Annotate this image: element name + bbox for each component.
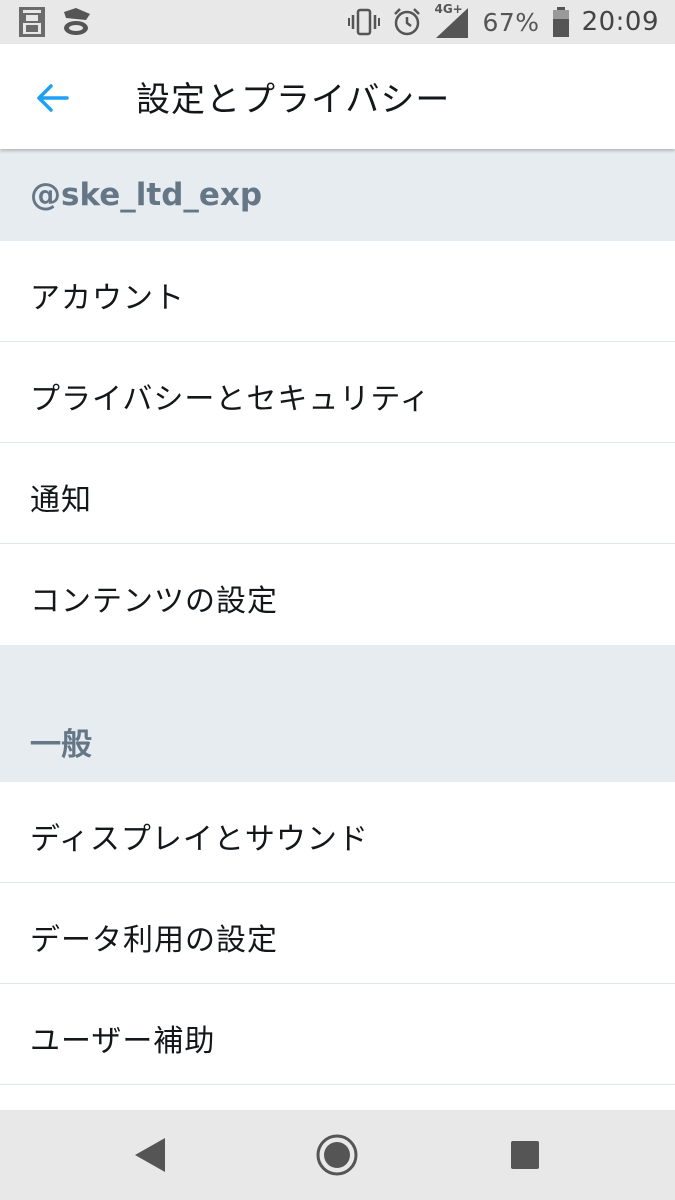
app-notification-icon — [18, 6, 46, 38]
settings-item-label: コンテンツの設定 — [30, 584, 278, 619]
nav-recents-button[interactable] — [495, 1125, 555, 1185]
home-circle-icon — [315, 1133, 359, 1177]
network-type-label: 4G+ — [434, 2, 463, 16]
status-bar-system: 4G+ 67% 20:09 — [348, 0, 659, 44]
back-button[interactable] — [22, 68, 82, 128]
navigation-bar — [0, 1110, 675, 1200]
vibrate-icon — [348, 7, 381, 37]
settings-item-content[interactable]: コンテンツの設定 — [0, 544, 675, 645]
settings-item-display-sound[interactable]: ディスプレイとサウンド — [0, 782, 675, 883]
settings-item-label: ディスプレイとサウンド — [30, 822, 369, 857]
back-triangle-icon — [133, 1136, 167, 1174]
arrow-left-icon — [35, 83, 69, 113]
settings-item-label: データ利用の設定 — [30, 923, 278, 958]
settings-item-accessibility[interactable]: ユーザー補助 — [0, 984, 675, 1085]
settings-item-privacy-security[interactable]: プライバシーとセキュリティ — [0, 342, 675, 443]
settings-item-label: 通知 — [30, 483, 92, 518]
mail-notification-icon — [60, 6, 92, 38]
section-header-label: 一般 — [30, 727, 92, 763]
signal-icon: 4G+ — [434, 2, 470, 40]
status-bar-notifications — [18, 6, 92, 38]
alarm-icon — [392, 7, 422, 37]
screen: 4G+ 67% 20:09 設定とプライバシー @ske_ltd_exp アカウ… — [0, 0, 675, 1200]
battery-percent: 67% — [482, 7, 540, 37]
settings-item-label: アカウント — [30, 281, 185, 316]
section-header-label: @ske_ltd_exp — [30, 177, 263, 213]
settings-item-account[interactable]: アカウント — [0, 241, 675, 342]
status-bar: 4G+ 67% 20:09 — [0, 0, 675, 44]
recents-square-icon — [510, 1140, 540, 1170]
toolbar: 設定とプライバシー — [0, 44, 675, 149]
section-header-general: 一般 — [0, 645, 675, 782]
settings-item-data-usage[interactable]: データ利用の設定 — [0, 883, 675, 984]
nav-home-button[interactable] — [307, 1125, 367, 1185]
settings-item-notifications[interactable]: 通知 — [0, 443, 675, 544]
page-title: 設定とプライバシー — [136, 80, 451, 120]
clock: 20:09 — [581, 7, 659, 37]
battery-icon — [552, 7, 570, 37]
section-header-account: @ske_ltd_exp — [0, 149, 675, 241]
nav-back-button[interactable] — [120, 1125, 180, 1185]
settings-item-label: プライバシーとセキュリティ — [30, 382, 431, 417]
settings-item-label: ユーザー補助 — [30, 1024, 216, 1059]
